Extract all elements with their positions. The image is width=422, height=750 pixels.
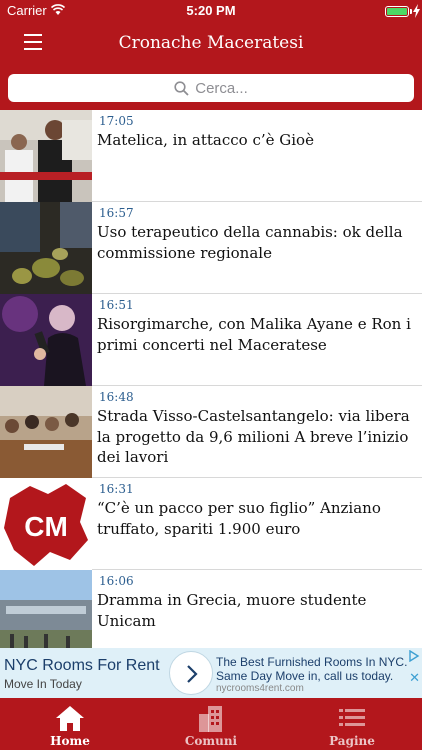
campus-photo [0, 570, 92, 648]
ad-banner[interactable]: NYC Rooms For Rent Move In Today The Bes… [0, 648, 422, 698]
news-headline: Uso terapeutico della cannabis: ok della… [97, 223, 403, 262]
charging-icon [413, 4, 420, 18]
news-headline: Dramma in Grecia, muore studente Unicam [97, 591, 367, 630]
news-time: 16:48 [99, 390, 134, 404]
tab-comuni[interactable]: Comuni [151, 698, 271, 750]
news-headline: “C’è un pacco per suo figlio” Anziano tr… [97, 499, 381, 538]
meeting-photo [0, 386, 92, 478]
search-input[interactable]: Cerca... [8, 74, 414, 102]
news-item[interactable]: 16:51 Risorgimarche, con Malika Ayane e … [0, 294, 422, 386]
tab-comuni-label: Comuni [184, 734, 238, 748]
search-placeholder: Cerca... [195, 79, 248, 97]
battery-icon [385, 6, 409, 17]
news-time: 16:06 [99, 574, 134, 588]
battery-tip [410, 9, 412, 14]
news-item[interactable]: CM 16:31 “C’è un pacco per suo figlio” A… [0, 478, 422, 570]
tab-home[interactable]: Home [10, 698, 130, 750]
cm-logo-text: CM [24, 511, 68, 542]
news-time: 17:05 [99, 114, 134, 128]
cannabis-photo [0, 202, 92, 294]
news-item[interactable]: 16:57 Uso terapeutico della cannabis: ok… [0, 202, 422, 294]
list-icon [339, 709, 365, 726]
news-item[interactable]: 16:06 Dramma in Grecia, muore studente U… [0, 570, 422, 648]
chevron-right-icon [187, 665, 198, 683]
news-headline: Matelica, in attacco c’è Gioè [97, 131, 314, 149]
ad-url: nycrooms4rent.com [216, 683, 304, 694]
news-thumbnail [0, 386, 92, 478]
buildings-icon [199, 706, 222, 732]
news-thumbnail: CM [0, 478, 92, 570]
app-title: Cronache Maceratesi [118, 33, 304, 53]
news-list: 17:05 Matelica, in attacco c’è Gioè 16:5… [0, 110, 422, 648]
ad-close-icon[interactable]: ✕ [409, 670, 420, 686]
ad-title: NYC Rooms For Rent [4, 657, 160, 674]
news-headline: Strada Visso-Castelsantangelo: via liber… [97, 407, 410, 466]
news-item[interactable]: 16:48 Strada Visso-Castelsantangelo: via… [0, 386, 422, 478]
news-thumbnail [0, 202, 92, 294]
search-icon [174, 80, 189, 96]
news-time: 16:31 [99, 482, 134, 496]
status-bar: Carrier 5:20 PM [0, 0, 422, 22]
tab-bar: Home Comuni Pagine [0, 698, 422, 750]
ad-open-button[interactable] [169, 651, 213, 695]
clock: 5:20 PM [186, 3, 236, 18]
news-time: 16:57 [99, 206, 134, 220]
news-thumbnail [0, 110, 92, 202]
tab-pagine[interactable]: Pagine [292, 698, 412, 750]
tab-home-label: Home [50, 734, 90, 748]
news-time: 16:51 [99, 298, 134, 312]
cm-logo: CM [0, 478, 92, 570]
nav-bar: Cronache Maceratesi [0, 22, 422, 66]
player-photo [0, 110, 92, 202]
ad-description: The Best Furnished Rooms In NYC. Same Da… [216, 655, 408, 683]
news-thumbnail [0, 294, 92, 386]
ad-subtitle: Move In Today [4, 677, 82, 691]
news-thumbnail [0, 570, 92, 648]
singer-photo [0, 294, 92, 386]
home-icon [56, 706, 84, 731]
tab-pagine-label: Pagine [329, 734, 375, 748]
news-headline: Risorgimarche, con Malika Ayane e Ron i … [97, 315, 411, 354]
news-item[interactable]: 17:05 Matelica, in attacco c’è Gioè [0, 110, 422, 202]
adchoices-icon[interactable] [408, 650, 420, 662]
search-bar: Cerca... [0, 66, 422, 110]
